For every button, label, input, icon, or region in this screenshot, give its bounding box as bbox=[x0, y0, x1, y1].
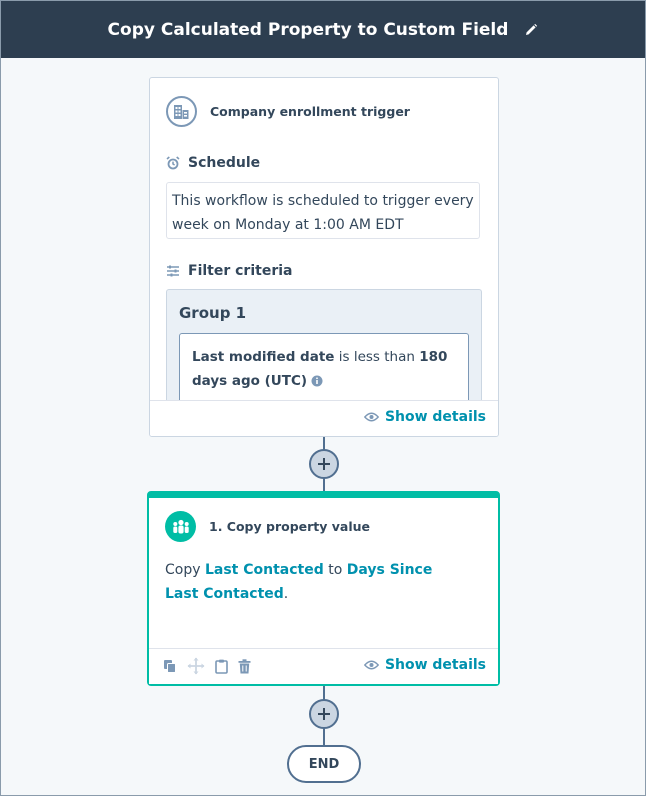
end-node[interactable]: END bbox=[287, 745, 361, 783]
filter-criteria-text: Filter criteria bbox=[188, 263, 293, 279]
plus-icon bbox=[318, 458, 330, 470]
trigger-card-footer: Show details bbox=[150, 400, 498, 436]
plus-icon bbox=[318, 708, 330, 720]
group-title: Group 1 bbox=[179, 304, 247, 322]
header-bar: Copy Calculated Property to Custom Field bbox=[1, 1, 645, 58]
action-toolbar bbox=[163, 657, 251, 675]
show-details-button[interactable]: Show details bbox=[363, 657, 486, 673]
building-icon bbox=[166, 96, 197, 127]
show-details-button[interactable]: Show details bbox=[363, 409, 486, 425]
clipboard-icon[interactable] bbox=[215, 659, 228, 674]
move-icon[interactable] bbox=[187, 657, 205, 675]
action-text-suffix: . bbox=[283, 586, 289, 602]
copy-property-action-card[interactable]: 1. Copy property value Copy Last Contact… bbox=[147, 491, 500, 686]
alarm-clock-icon bbox=[166, 156, 180, 170]
sliders-icon bbox=[166, 264, 180, 278]
schedule-description: This workflow is scheduled to trigger ev… bbox=[166, 182, 480, 239]
show-details-label: Show details bbox=[384, 657, 486, 673]
action-text-mid: to bbox=[328, 562, 343, 578]
source-property-link[interactable]: Last Contacted bbox=[205, 562, 324, 578]
eye-icon bbox=[363, 660, 379, 670]
action-card-header: 1. Copy property value bbox=[165, 511, 370, 542]
schedule-label: Schedule bbox=[166, 155, 260, 171]
pencil-icon[interactable] bbox=[524, 23, 538, 37]
copy-icon[interactable] bbox=[163, 659, 177, 673]
trigger-title: Company enrollment trigger bbox=[210, 104, 410, 119]
eye-icon bbox=[363, 412, 379, 422]
people-icon bbox=[165, 511, 196, 542]
add-action-button[interactable] bbox=[309, 699, 339, 729]
action-title: 1. Copy property value bbox=[209, 519, 371, 534]
filter-operator: is less than bbox=[338, 349, 415, 365]
trash-icon[interactable] bbox=[238, 658, 251, 674]
action-description: Copy Last Contacted to Days Since Last C… bbox=[165, 558, 465, 606]
filter-criteria-label: Filter criteria bbox=[166, 263, 292, 279]
workflow-title: Copy Calculated Property to Custom Field bbox=[107, 19, 509, 40]
add-action-button[interactable] bbox=[309, 449, 339, 479]
filter-property: Last modified date bbox=[192, 349, 335, 365]
info-icon[interactable] bbox=[311, 375, 323, 387]
action-text-prefix: Copy bbox=[165, 562, 201, 578]
enrollment-trigger-card[interactable]: Company enrollment trigger Schedule This… bbox=[149, 77, 499, 437]
schedule-label-text: Schedule bbox=[188, 155, 261, 171]
show-details-label: Show details bbox=[384, 409, 486, 425]
action-card-footer: Show details bbox=[149, 648, 498, 684]
trigger-card-header: Company enrollment trigger bbox=[166, 96, 410, 127]
